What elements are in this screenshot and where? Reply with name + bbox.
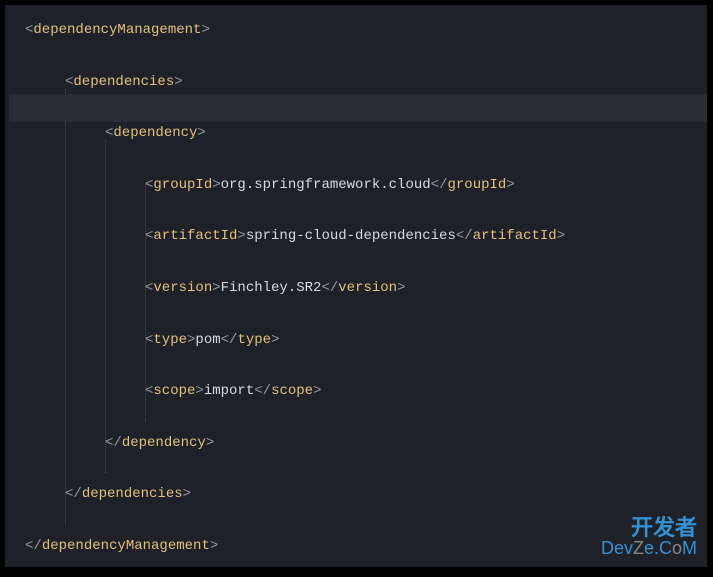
code-blank-line: [9, 301, 707, 329]
xml-tag: dependency: [122, 435, 206, 451]
xml-tag: type: [153, 332, 187, 348]
code-line: <groupId>org.springframework.cloud</grou…: [9, 174, 707, 198]
code-blank-line: [9, 146, 707, 174]
code-blank-line: [9, 249, 707, 277]
xml-value-version: Finchley.SR2: [221, 280, 322, 296]
code-line: </dependency>: [9, 432, 707, 456]
code-blank-line: [9, 43, 707, 71]
code-blank-line: [9, 197, 707, 225]
code-blank-line: [9, 352, 707, 380]
xml-tag: artifactId: [153, 228, 237, 244]
code-line: <artifactId>spring-cloud-dependencies</a…: [9, 225, 707, 249]
code-line: <version>Finchley.SR2</version>: [9, 277, 707, 301]
code-blank-line: [9, 455, 707, 483]
xml-value-scope: import: [204, 383, 254, 399]
xml-tag: dependency: [113, 125, 197, 141]
code-blank-line: [9, 404, 707, 432]
code-line: </dependencies>: [9, 483, 707, 507]
watermark-text-cn: 开发者: [601, 517, 697, 539]
watermark-logo: 开发者 DevZe.CoM: [601, 517, 697, 557]
code-line-highlighted: [9, 94, 707, 122]
code-line: <scope>import</scope>: [9, 380, 707, 404]
xml-tag: dependencyManagement: [33, 22, 201, 38]
code-editor[interactable]: <dependencyManagement> <dependencies> <d…: [5, 5, 707, 567]
code-line: <dependency>: [9, 122, 707, 146]
xml-tag: dependencyManagement: [42, 538, 210, 554]
xml-value-type: pom: [195, 332, 220, 348]
xml-tag: dependencies: [73, 74, 174, 90]
code-line: <dependencies>: [9, 71, 707, 95]
xml-value-artifactid: spring-cloud-dependencies: [246, 228, 456, 244]
code-line: <dependencyManagement>: [9, 19, 707, 43]
xml-tag: scope: [153, 383, 195, 399]
xml-tag: version: [153, 280, 212, 296]
xml-tag: groupId: [153, 177, 212, 193]
watermark-text-en: DevZe.CoM: [601, 539, 697, 557]
code-line: <type>pom</type>: [9, 329, 707, 353]
xml-value-groupid: org.springframework.cloud: [221, 177, 431, 193]
xml-tag: dependencies: [82, 486, 183, 502]
